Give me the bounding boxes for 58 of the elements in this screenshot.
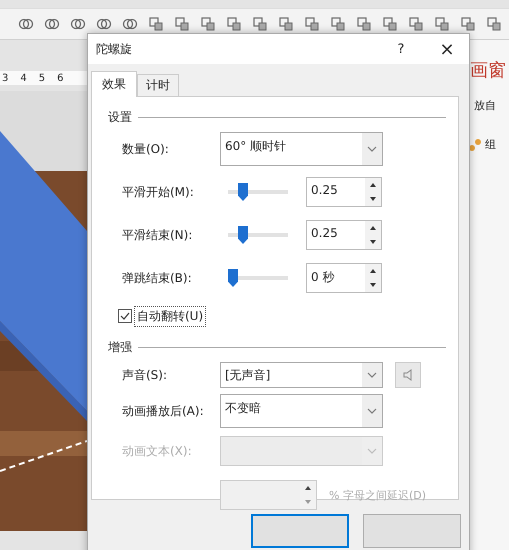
ruler-number: 6 xyxy=(57,72,64,84)
spinner-field[interactable]: 0.25 xyxy=(306,220,382,250)
field-label: 动画文本(X): xyxy=(121,442,193,460)
shapes-icon[interactable] xyxy=(148,16,164,32)
circles-icon[interactable] xyxy=(122,16,138,32)
shapes-icon[interactable] xyxy=(434,16,450,32)
caret-icon xyxy=(362,363,382,387)
shapes-icon[interactable] xyxy=(252,16,268,32)
field-label: 声音(S): xyxy=(121,366,168,384)
shapes-icon[interactable] xyxy=(226,16,242,32)
shapes-icon[interactable] xyxy=(486,16,502,32)
shapes-icon[interactable] xyxy=(408,16,424,32)
section-title: 设置 xyxy=(108,109,132,126)
slider-thumb[interactable] xyxy=(238,226,248,244)
spinner-field[interactable]: 0.25 xyxy=(306,177,382,207)
tab[interactable]: 计时 xyxy=(137,74,179,96)
tab[interactable]: 效果 xyxy=(91,71,137,97)
shapes-icon[interactable] xyxy=(330,16,346,32)
shapes-icon[interactable] xyxy=(356,16,372,32)
checkbox-label[interactable]: 自动翻转(U) xyxy=(134,306,206,326)
caret-icon xyxy=(362,133,382,165)
ruler-number: 3 xyxy=(2,72,8,84)
slider-thumb[interactable] xyxy=(228,269,238,287)
delay-label: % 字母之间延迟(D) xyxy=(329,488,426,502)
shapes-icon[interactable] xyxy=(382,16,398,32)
ruler-number: 4 xyxy=(20,72,27,84)
circles-icon[interactable] xyxy=(96,16,112,32)
shapes-icon[interactable] xyxy=(278,16,294,32)
circles-icon[interactable] xyxy=(18,16,34,32)
play-from-button[interactable]: 放自 xyxy=(468,96,509,115)
dropdown[interactable]: 60° 顺时针 xyxy=(220,132,383,166)
checkbox[interactable] xyxy=(118,309,132,323)
speaker-icon xyxy=(402,368,414,382)
circles-icon[interactable] xyxy=(44,16,60,32)
shapes-icon[interactable] xyxy=(174,16,190,32)
help-button[interactable]: ? xyxy=(391,42,411,56)
shapes-icon[interactable] xyxy=(200,16,216,32)
shapes-icon[interactable] xyxy=(460,16,476,32)
field-label: 平滑开始(M): xyxy=(121,184,195,200)
field-label: 弹跳结束(B): xyxy=(121,270,193,286)
spinner-field[interactable]: 0 秒 xyxy=(306,263,382,293)
dialog-button[interactable] xyxy=(251,514,349,548)
field-label: 动画播放后(A): xyxy=(121,402,205,420)
pane-title: 画窗 xyxy=(470,59,507,82)
caret-icon xyxy=(362,395,382,427)
sound-button[interactable] xyxy=(395,362,421,388)
dropdown[interactable]: 不变暗 xyxy=(220,394,383,428)
dropdown[interactable]: [无声音] xyxy=(220,362,383,388)
close-button[interactable]: × xyxy=(437,38,457,60)
shapes-icon[interactable] xyxy=(304,16,320,32)
field-label: 数量(O): xyxy=(121,140,170,158)
slider-thumb[interactable] xyxy=(238,183,248,201)
dialog-title: 陀螺旋 xyxy=(96,40,133,58)
animation-item[interactable]: 组 xyxy=(485,137,496,152)
ruler-number: 5 xyxy=(38,72,46,84)
section-title: 增强 xyxy=(108,339,132,356)
circles-icon[interactable] xyxy=(70,16,86,32)
field-label: 平滑结束(N): xyxy=(121,226,194,244)
